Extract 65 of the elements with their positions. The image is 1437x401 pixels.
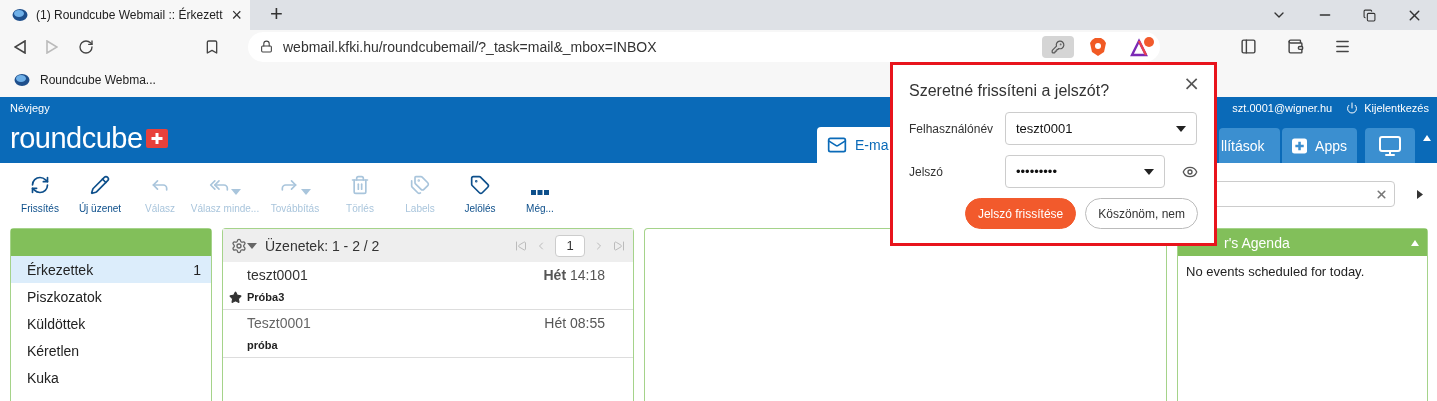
folder-item[interactable]: Küldöttek — [11, 310, 211, 337]
triangle-icon[interactable] — [1130, 36, 1156, 57]
page-field[interactable]: 1 — [555, 234, 585, 257]
message-row[interactable]: teszt0001 Hét 14:18 Próba3 — [223, 262, 633, 310]
logout-link[interactable]: Kijelentkezés — [1346, 102, 1429, 114]
close-button[interactable]: × — [1183, 71, 1200, 95]
folder-item[interactable]: Érkezettek 1 — [11, 256, 211, 283]
back-icon[interactable] — [14, 39, 26, 54]
address-bar[interactable]: webmail.kfki.hu/roundcubemail/?_task=mail&_mbox=INBOX — [248, 31, 1160, 62]
folder-item[interactable]: Kuka — [11, 364, 211, 391]
bookmark-icon[interactable] — [204, 38, 220, 55]
plus-logo-icon — [145, 129, 168, 148]
agenda-title: r's Agenda — [1223, 234, 1291, 251]
envelope-icon — [827, 135, 847, 155]
menu-icon[interactable] — [1334, 38, 1351, 55]
clear-icon[interactable] — [1375, 187, 1388, 201]
more-icon — [531, 189, 549, 195]
gear-menu-icon[interactable] — [231, 237, 257, 254]
message-row[interactable]: Teszt0001 Hét 08:55 próba — [223, 310, 633, 358]
browser-tab[interactable]: (1) Roundcube Webmail :: Érkezett × — [0, 0, 250, 30]
collapse-icon[interactable] — [1423, 135, 1431, 141]
trash-icon — [350, 174, 370, 195]
wallet-icon[interactable] — [1287, 38, 1304, 55]
dialog-title: Szeretné frissíteni a jelszót? — [909, 82, 1110, 100]
caret-icon — [1144, 168, 1154, 175]
toolbar-button[interactable]: Frissítés — [10, 174, 70, 214]
decline-button[interactable]: Köszönöm, nem — [1085, 198, 1198, 229]
select-field[interactable]: teszt0001 — [1005, 112, 1197, 145]
globe-icon — [12, 8, 28, 22]
star-icon[interactable] — [228, 290, 242, 304]
folder-item[interactable]: Kéretlen — [11, 337, 211, 364]
caret-icon — [301, 188, 311, 195]
caret-icon — [231, 188, 241, 195]
expand-icon[interactable] — [1417, 189, 1423, 199]
about-link[interactable]: Névjegy — [10, 102, 50, 114]
toolbar-button[interactable]: Jelölés — [450, 174, 510, 214]
plus-square-icon — [1292, 136, 1308, 155]
power-icon — [1346, 102, 1359, 114]
tag-icon — [470, 174, 490, 195]
monitor-icon — [1378, 133, 1402, 158]
lock-icon — [260, 40, 273, 53]
new-tab-button[interactable]: + — [270, 3, 283, 25]
refresh-icon — [30, 174, 50, 195]
logo-text: roundcube — [10, 122, 143, 155]
user-email-link[interactable]: szt.0001@wigner.hu — [1232, 102, 1333, 114]
globe-icon — [14, 73, 30, 87]
toolbar-button[interactable]: Még... — [510, 174, 570, 214]
caret-icon — [1176, 125, 1186, 132]
tags-icon — [410, 174, 430, 195]
sidebar-icon[interactable] — [1240, 38, 1257, 55]
message-count: Üzenetek: 1 - 2 / 2 — [265, 237, 380, 254]
password-key-button[interactable] — [1042, 35, 1074, 58]
nav-tab[interactable] — [1365, 128, 1415, 163]
select-field[interactable]: ••••••••• — [1005, 155, 1165, 188]
folder-item[interactable]: Piszkozatok — [11, 283, 211, 310]
close-tab-button[interactable]: × — [231, 6, 242, 24]
toolbar-button[interactable]: Új üzenet — [70, 174, 130, 214]
field-label: Jelszó — [909, 164, 944, 179]
agenda-empty-text: No events scheduled for today. — [1185, 263, 1366, 281]
pencil-icon — [90, 174, 110, 195]
key-icon — [1051, 39, 1065, 54]
bookmark-link[interactable]: Roundcube Webma... — [14, 73, 156, 87]
tab-title: (1) Roundcube Webmail :: Érkezett — [36, 8, 224, 22]
restore-icon[interactable] — [1363, 8, 1376, 22]
reload-icon[interactable] — [78, 38, 94, 55]
